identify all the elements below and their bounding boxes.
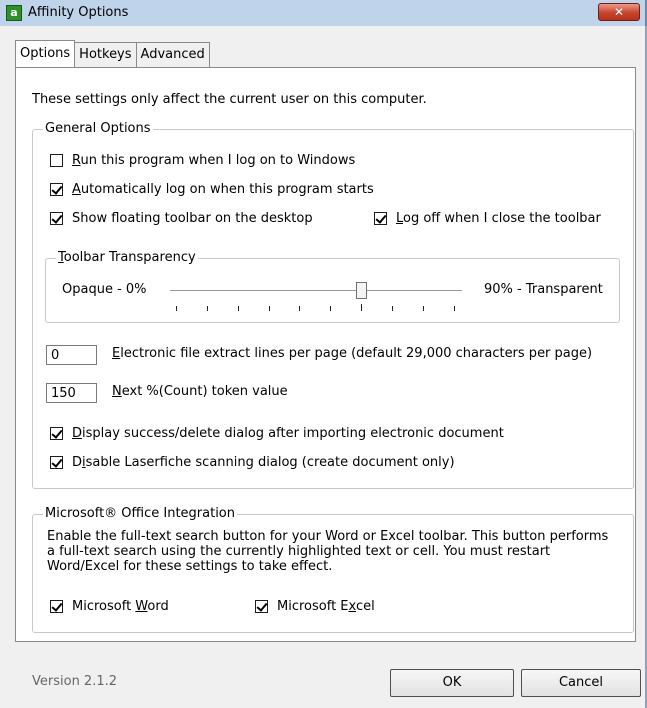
run-on-logon-checkbox[interactable]: Run this program when I log on to Window…: [50, 153, 355, 168]
slider-tick: [392, 306, 393, 311]
slider-min-label: Opaque - 0%: [62, 282, 147, 297]
disable-scanning-box[interactable]: [50, 456, 63, 469]
title-bar[interactable]: a Affinity Options ✕: [0, 0, 647, 26]
excel-box[interactable]: [255, 600, 268, 613]
floating-toolbar-checkbox[interactable]: Show floating toolbar on the desktop: [50, 211, 313, 226]
excel-checkbox[interactable]: Microsoft Excel: [255, 599, 375, 614]
version-label: Version 2.1.2: [32, 674, 118, 689]
transparency-slider-thumb[interactable]: [356, 282, 367, 299]
window-title: Affinity Options: [28, 5, 129, 20]
display-success-checkbox[interactable]: Display success/delete dialog after impo…: [50, 426, 504, 441]
extract-lines-label: Electronic file extract lines per page (…: [112, 346, 593, 361]
disable-scanning-checkbox[interactable]: Disable Laserfiche scanning dialog (crea…: [50, 455, 455, 470]
logoff-close-checkbox[interactable]: Log off when I close the toolbar: [374, 211, 601, 226]
slider-tick: [176, 306, 177, 311]
tab-options[interactable]: Options: [15, 40, 76, 67]
token-value-label: Next %(Count) token value: [112, 384, 288, 399]
slider-tick: [299, 306, 300, 311]
slider-tick-current: [361, 304, 362, 311]
transparency-title: Toolbar Transparency: [56, 250, 198, 265]
ok-button[interactable]: OK: [390, 669, 514, 697]
slider-tick: [207, 306, 208, 311]
auto-logon-checkbox[interactable]: Automatically log on when this program s…: [50, 182, 374, 197]
slider-tick: [269, 306, 270, 311]
extract-lines-input[interactable]: [46, 345, 97, 365]
slider-tick: [423, 306, 424, 311]
intro-text: These settings only affect the current u…: [32, 92, 427, 107]
office-description: Enable the full-text search button for y…: [47, 529, 609, 574]
tab-strip: Options Hotkeys Advanced: [15, 40, 210, 67]
slider-max-label: 90% - Transparent: [484, 282, 603, 297]
tab-advanced[interactable]: Advanced: [136, 42, 210, 67]
slider-tick: [238, 306, 239, 311]
auto-logon-box[interactable]: [50, 183, 63, 196]
token-value-input[interactable]: [46, 383, 97, 403]
word-checkbox[interactable]: Microsoft Word: [50, 599, 169, 614]
slider-tick: [454, 306, 455, 311]
run-on-logon-box[interactable]: [50, 154, 63, 167]
floating-toolbar-box[interactable]: [50, 212, 63, 225]
transparency-slider-track[interactable]: [170, 290, 462, 292]
display-success-box[interactable]: [50, 427, 63, 440]
affinity-app-icon: a: [6, 5, 22, 21]
cancel-button[interactable]: Cancel: [521, 669, 641, 697]
close-icon[interactable]: ✕: [598, 3, 640, 21]
slider-tick: [330, 306, 331, 311]
logoff-close-box[interactable]: [374, 212, 387, 225]
general-options-title: General Options: [43, 121, 153, 136]
office-integration-title: Microsoft® Office Integration: [43, 506, 238, 521]
word-box[interactable]: [50, 600, 63, 613]
tab-hotkeys[interactable]: Hotkeys: [75, 42, 137, 67]
